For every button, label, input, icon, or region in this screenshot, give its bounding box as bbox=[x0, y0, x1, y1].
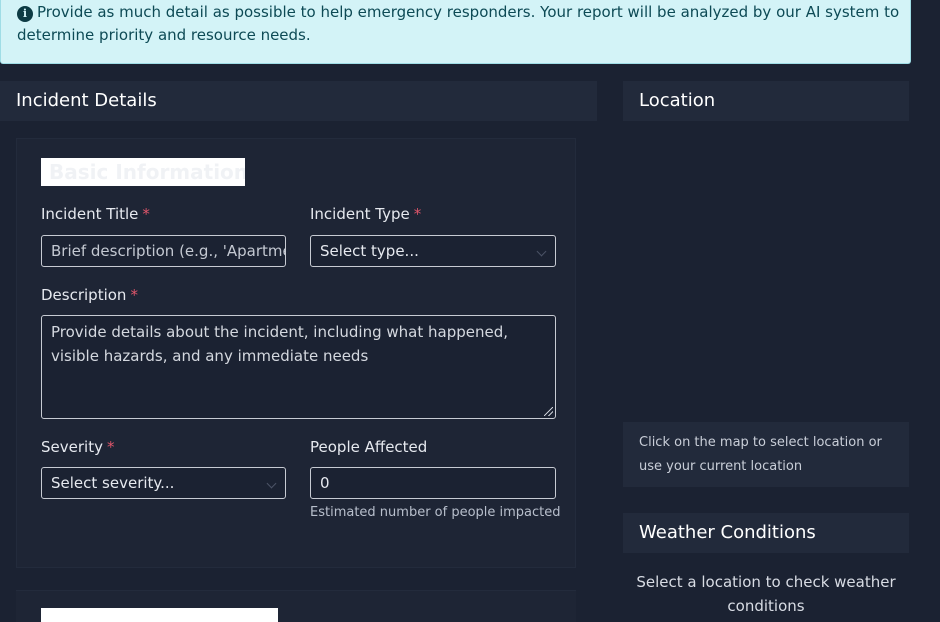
resize-handle[interactable] bbox=[544, 407, 553, 416]
basic-info-heading: Basic Information bbox=[41, 158, 245, 186]
info-alert: i Provide as much detail as possible to h… bbox=[0, 0, 911, 64]
incident-type-label: Incident Type * bbox=[310, 205, 422, 223]
incident-title-label: Incident Title * bbox=[41, 205, 150, 223]
alert-text-1: Provide as much detail as possible to he… bbox=[37, 3, 900, 21]
people-affected-input[interactable]: 0 bbox=[310, 467, 556, 499]
incident-details-header: Incident Details bbox=[0, 81, 597, 121]
severity-label: Severity * bbox=[41, 438, 115, 456]
description-label: Description * bbox=[41, 286, 138, 304]
incident-title-input[interactable]: Brief description (e.g., 'Apartme bbox=[41, 235, 286, 267]
incident-type-select[interactable]: Select type... bbox=[310, 235, 556, 267]
chevron-down-icon bbox=[536, 246, 547, 257]
location-header: Location bbox=[623, 81, 909, 121]
description-textarea[interactable]: Provide details about the incident, incl… bbox=[41, 315, 556, 419]
severity-select[interactable]: Select severity... bbox=[41, 467, 286, 499]
map-hint: Click on the map to select location or u… bbox=[623, 422, 909, 487]
alert-line-1: i Provide as much detail as possible to h… bbox=[17, 0, 899, 25]
weather-message: Select a location to check weather condi… bbox=[636, 573, 896, 615]
people-affected-help: Estimated number of people impacted bbox=[310, 505, 561, 520]
info-icon: i bbox=[17, 6, 33, 22]
chevron-down-icon bbox=[266, 478, 277, 489]
next-section-heading bbox=[41, 608, 278, 622]
weather-header: Weather Conditions bbox=[623, 513, 909, 553]
location-map[interactable] bbox=[623, 122, 909, 422]
people-affected-label: People Affected bbox=[310, 438, 428, 456]
alert-text-2: determine priority and resource needs. bbox=[17, 26, 311, 44]
